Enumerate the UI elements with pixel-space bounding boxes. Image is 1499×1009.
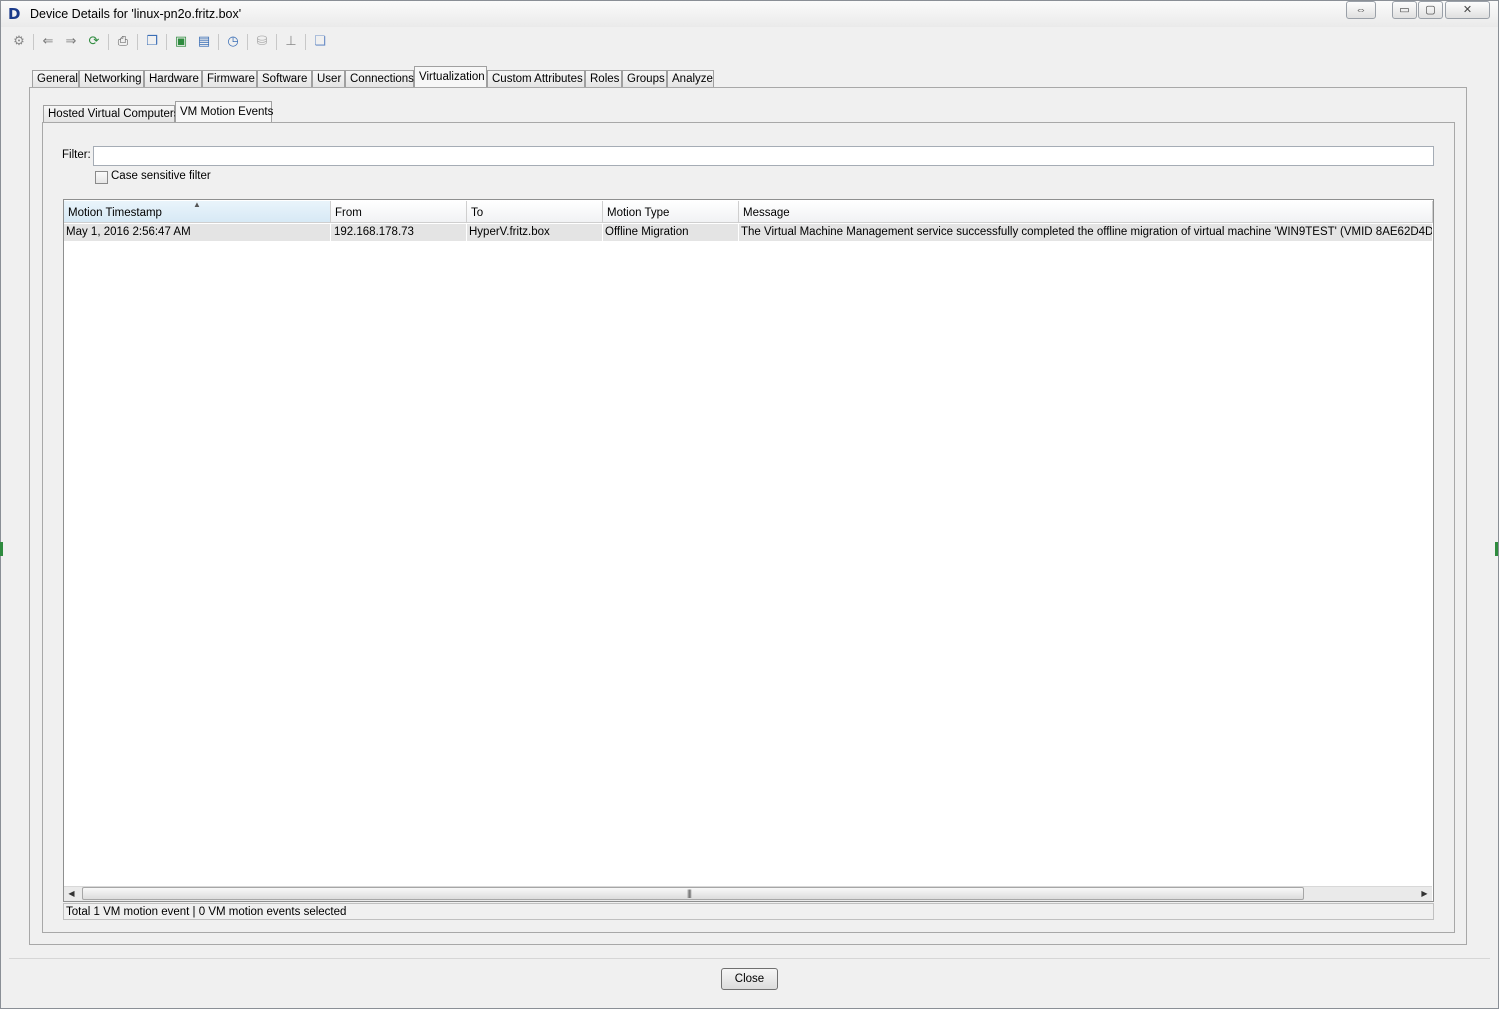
filter-input[interactable]: [93, 146, 1434, 166]
maximize-button[interactable]: ▢: [1418, 1, 1443, 19]
forward-arrow-icon[interactable]: ⇒: [62, 33, 80, 51]
subtab-vm-motion-events[interactable]: VM Motion Events: [175, 101, 273, 122]
app-logo-icon: D: [8, 5, 21, 23]
toolbar-separator: [137, 34, 138, 50]
tab-software[interactable]: Software: [257, 70, 312, 87]
gear-icon[interactable]: ⚙: [10, 33, 28, 51]
toolbar-separator: [108, 34, 109, 50]
tab-networking[interactable]: Networking: [79, 70, 144, 87]
close-window-button[interactable]: ✕: [1445, 1, 1490, 19]
tab-groups[interactable]: Groups: [622, 70, 667, 87]
toolbar-separator: [218, 34, 219, 50]
print-icon[interactable]: ⎙: [114, 33, 132, 51]
toolbar-separator: [247, 34, 248, 50]
column-header-motion-type[interactable]: Motion Type: [603, 201, 739, 223]
tab-custom-attributes[interactable]: Custom Attributes: [487, 70, 585, 87]
column-header-message[interactable]: Message: [739, 201, 1433, 223]
close-button[interactable]: Close: [721, 968, 778, 990]
database-icon[interactable]: ⛁: [253, 33, 271, 51]
document-icon[interactable]: ▤: [195, 33, 213, 51]
scroll-right-icon[interactable]: ▶: [1417, 887, 1432, 900]
scrollbar-thumb[interactable]: [82, 887, 1304, 900]
scroll-left-icon[interactable]: ◀: [64, 887, 79, 900]
table-cell-from[interactable]: 192.168.178.73: [331, 224, 467, 241]
tab-roles[interactable]: Roles: [585, 70, 622, 87]
tab-analyze[interactable]: Analyze: [667, 70, 714, 87]
toolbar-separator: [166, 34, 167, 50]
case-sensitive-checkbox[interactable]: [95, 171, 108, 184]
toolbar-separator: [33, 34, 34, 50]
column-header-from[interactable]: From: [331, 201, 467, 223]
refresh-icon[interactable]: ⟳: [85, 33, 103, 51]
tab-general[interactable]: General: [32, 70, 79, 87]
excel-export-icon[interactable]: ▣: [172, 33, 190, 51]
tab-virtualization[interactable]: Virtualization: [414, 66, 487, 87]
toolbar-separator: [305, 34, 306, 50]
tab-hardware[interactable]: Hardware: [144, 70, 202, 87]
column-header-to[interactable]: To: [467, 201, 603, 223]
case-sensitive-label: Case sensitive filter: [111, 170, 211, 182]
resize-button[interactable]: ⇔: [1346, 1, 1376, 19]
status-bar: Total 1 VM motion event | 0 VM motion ev…: [63, 903, 1434, 920]
table-cell-motion-type[interactable]: Offline Migration: [603, 224, 739, 241]
right-edge-resize-handle[interactable]: [1495, 542, 1498, 556]
minimize-button[interactable]: ▭: [1392, 1, 1417, 19]
window-title: Device Details for 'linux-pn2o.fritz.box…: [30, 7, 242, 21]
tab-user[interactable]: User: [312, 70, 345, 87]
sort-ascending-icon: ▲: [193, 200, 201, 209]
table-cell-to[interactable]: HyperV.fritz.box: [467, 224, 603, 241]
toolbar-separator: [276, 34, 277, 50]
vm-motion-events-table: [63, 199, 1434, 902]
tab-firmware[interactable]: Firmware: [202, 70, 257, 87]
footer-divider: [9, 958, 1490, 959]
toolbar: ⚙ ⇐ ⇒ ⟳ ⎙ ❐ ▣ ▤ ◷ ⛁ ⊥ ❏: [1, 29, 1496, 56]
left-edge-resize-handle[interactable]: [0, 542, 3, 556]
table-cell-timestamp[interactable]: May 1, 2016 2:56:47 AM: [64, 224, 331, 241]
table-cell-message[interactable]: The Virtual Machine Management service s…: [739, 224, 1433, 241]
subtab-hosted-virtual-computers[interactable]: Hosted Virtual Computers: [43, 105, 179, 122]
hierarchy-icon[interactable]: ⊥: [282, 33, 300, 51]
back-arrow-icon[interactable]: ⇐: [39, 33, 57, 51]
tab-connections[interactable]: Connections: [345, 70, 414, 87]
windows-icon[interactable]: ❏: [311, 33, 329, 51]
copy-icon[interactable]: ❐: [143, 33, 161, 51]
clock-icon[interactable]: ◷: [224, 33, 242, 51]
scrollbar-grip-icon: |||: [687, 888, 692, 898]
filter-label: Filter:: [62, 149, 91, 161]
